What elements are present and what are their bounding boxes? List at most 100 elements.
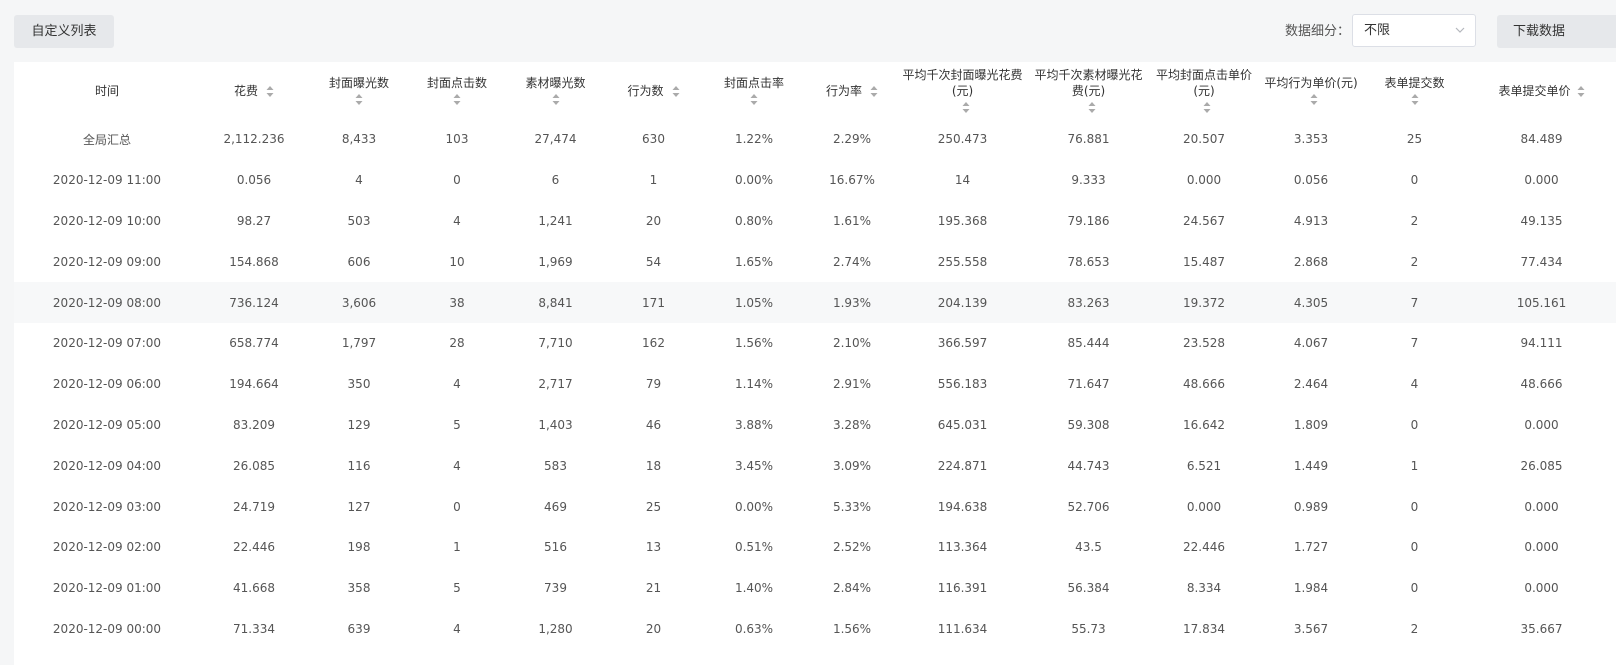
column-header-cost[interactable]: 花费 — [200, 62, 308, 119]
column-header-forms[interactable]: 表单提交数 — [1362, 62, 1467, 119]
cell-forms: 0 — [1410, 417, 1419, 432]
cell-time: 2020-12-09 07:00 — [52, 336, 162, 351]
cell-actions: 46 — [645, 417, 662, 432]
sort-icon[interactable] — [962, 101, 970, 114]
custom-list-button[interactable]: 自定义列表 — [14, 15, 114, 48]
cell-cover_impr: 127 — [347, 499, 371, 514]
cell-cpc_cover: 20.507 — [1183, 132, 1225, 147]
sort-icon[interactable] — [1203, 101, 1211, 114]
column-header-cost_per_form[interactable]: 表单提交单价 — [1467, 62, 1616, 119]
column-header-label: 平均行为单价(元) — [1264, 75, 1358, 90]
sort-icon[interactable] — [266, 85, 274, 98]
cell-cover_click: 0 — [453, 173, 461, 188]
cell-action_rate: 1.93% — [808, 282, 896, 323]
cell-cpm_material: 79.186 — [1067, 213, 1110, 228]
cell-cover_impr: 350 — [347, 377, 371, 392]
data-breakdown-select[interactable]: 不限 — [1352, 14, 1476, 47]
cell-cover_impr: 116 — [347, 458, 371, 473]
sort-icon[interactable] — [870, 85, 878, 98]
cell-cpm_material: 56.384 — [1067, 581, 1110, 596]
column-header-cpm_cover[interactable]: 平均千次封面曝光花费(元) — [896, 62, 1029, 119]
column-header-label: 封面点击数 — [426, 76, 487, 90]
cell-cost_per_form: 0.000 — [1524, 173, 1559, 188]
cell-actions: 18 — [645, 458, 662, 473]
column-header-label: 平均千次封面曝光花费(元) — [902, 67, 1023, 98]
cell-cover_click: 4 — [453, 377, 461, 392]
column-header-actions[interactable]: 行为数 — [607, 62, 700, 119]
cell-forms: 25 — [1406, 132, 1423, 147]
column-header-label: 封面点击率 — [723, 76, 784, 90]
cell-cpa: 0.989 — [1293, 499, 1329, 514]
cell-cost: 154.868 — [229, 254, 279, 269]
cell-cover_ctr: 0.00% — [734, 499, 774, 514]
cell-cpc_cover: 15.487 — [1183, 254, 1225, 269]
cell-cost: 24.719 — [233, 499, 275, 514]
column-header-cover_impr[interactable]: 封面曝光数 — [308, 62, 410, 119]
cell-cost: 83.209 — [233, 417, 275, 432]
cell-cpm_cover: 224.871 — [937, 458, 988, 473]
cell-cost_per_form: 26.085 — [1520, 458, 1563, 473]
sort-icon[interactable] — [1088, 101, 1096, 114]
cell-time: 2020-12-09 00:00 — [52, 621, 162, 636]
data-table: 时间 花费 封面曝光数 封面点击数 素材曝光数 行为数 封面点击率 行为率 平均千次封面曝光花费… — [14, 62, 1616, 649]
sort-icon[interactable] — [672, 85, 680, 98]
cell-cover_impr: 3,606 — [308, 282, 410, 323]
cell-cpm_cover: 14 — [954, 173, 971, 188]
column-header-label: 平均千次素材曝光花费(元) — [1034, 67, 1143, 98]
cell-cover_click: 5 — [453, 581, 461, 596]
sort-icon[interactable] — [1310, 93, 1318, 106]
column-header-cpa[interactable]: 平均行为单价(元) — [1260, 62, 1362, 119]
cell-actions: 20 — [645, 213, 662, 228]
cell-cpa: 4.305 — [1260, 282, 1362, 323]
cell-forms: 2 — [1410, 621, 1419, 636]
cell-action_rate: 2.84% — [832, 581, 872, 596]
cell-cpc_cover: 8.334 — [1186, 581, 1222, 596]
cell-actions: 20 — [645, 621, 662, 636]
cell-material_impr: 469 — [544, 499, 567, 514]
cell-cpa: 3.567 — [1293, 621, 1329, 636]
cell-cost: 0.056 — [236, 173, 272, 188]
column-header-label: 表单提交单价 — [1498, 83, 1571, 98]
sort-icon[interactable] — [355, 93, 363, 106]
cell-cover_impr: 639 — [347, 621, 371, 636]
cell-cpa: 3.353 — [1293, 132, 1329, 147]
cell-cpm_cover: 195.368 — [937, 213, 988, 228]
sort-icon[interactable] — [453, 93, 461, 106]
sort-icon[interactable] — [1411, 93, 1419, 106]
cell-actions: 13 — [645, 540, 662, 555]
cell-cpm_material: 52.706 — [1067, 499, 1110, 514]
cell-cover_click: 38 — [410, 282, 504, 323]
table-row: 2020-12-09 07:00 658.774 1,797 28 7,710 162 1.… — [14, 323, 1616, 364]
cell-time: 2020-12-09 08:00 — [14, 282, 200, 323]
cell-material_impr: 583 — [544, 458, 567, 473]
sort-icon[interactable] — [1577, 85, 1585, 98]
cell-action_rate: 2.74% — [832, 254, 872, 269]
cell-cpa: 1.449 — [1293, 458, 1329, 473]
toolbar: 自定义列表 数据细分： 不限 下载数据 — [0, 0, 1616, 62]
data-breakdown-selected-value: 不限 — [1364, 23, 1391, 38]
cell-cover_ctr: 3.88% — [734, 417, 774, 432]
column-header-material_impr[interactable]: 素材曝光数 — [504, 62, 607, 119]
cell-cover_impr: 606 — [347, 254, 371, 269]
table-row: 2020-12-09 06:00 194.664 350 4 2,717 79 1.14% 2… — [14, 364, 1616, 405]
cell-cost_per_form: 77.434 — [1520, 254, 1563, 269]
sort-icon[interactable] — [750, 93, 758, 106]
column-header-action_rate[interactable]: 行为率 — [808, 62, 896, 119]
cell-cpm_material: 71.647 — [1067, 377, 1110, 392]
table-row: 2020-12-09 01:00 41.668 358 5 739 21 1.40% 2.84… — [14, 568, 1616, 609]
cell-action_rate: 2.52% — [832, 540, 872, 555]
cell-cpa: 2.464 — [1293, 377, 1329, 392]
cell-cover_impr: 503 — [347, 213, 371, 228]
column-header-cpc_cover[interactable]: 平均封面点击单价(元) — [1148, 62, 1260, 119]
cell-cpc_cover: 22.446 — [1183, 540, 1225, 555]
column-header-cover_ctr[interactable]: 封面点击率 — [700, 62, 808, 119]
sort-icon[interactable] — [552, 93, 560, 106]
column-header-cpm_material[interactable]: 平均千次素材曝光花费(元) — [1029, 62, 1148, 119]
download-data-button[interactable]: 下载数据 — [1497, 15, 1616, 48]
column-header-label: 花费 — [233, 83, 258, 98]
cell-cost: 41.668 — [233, 581, 275, 596]
column-header-cover_click[interactable]: 封面点击数 — [410, 62, 504, 119]
cell-cover_click: 1 — [453, 540, 461, 555]
cell-cpc_cover: 48.666 — [1183, 377, 1225, 392]
cell-cpc_cover: 0.000 — [1186, 499, 1222, 514]
